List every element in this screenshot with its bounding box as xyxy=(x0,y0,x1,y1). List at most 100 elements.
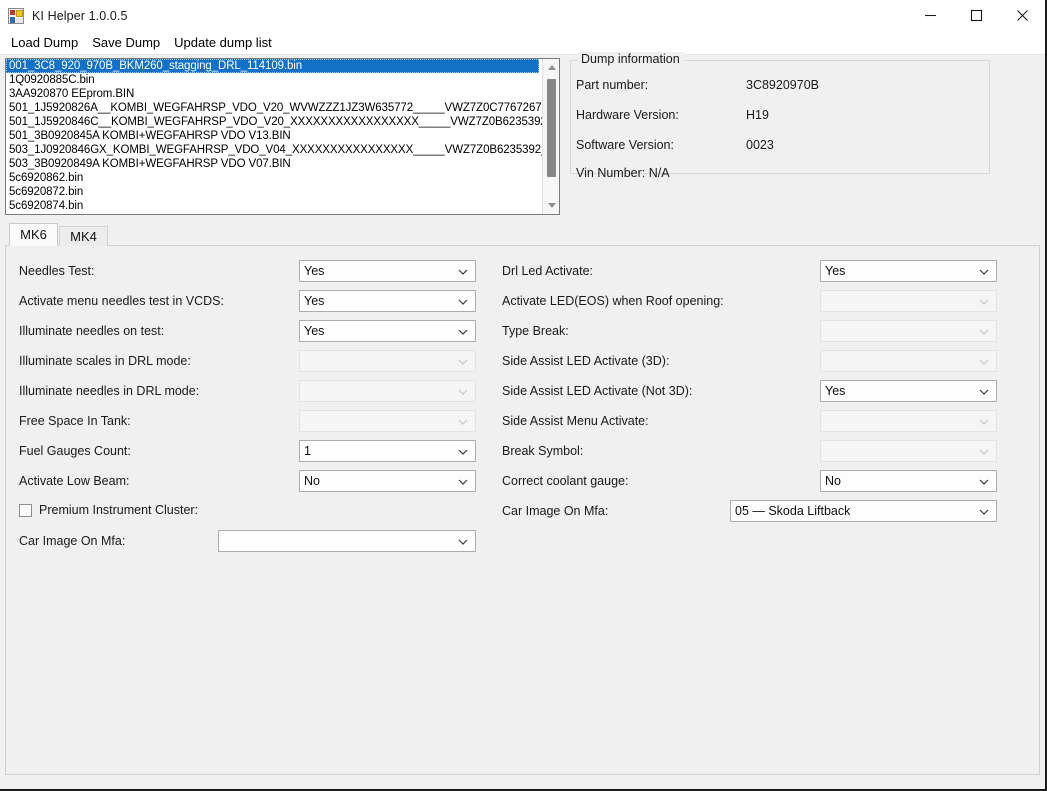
left-field-combobox[interactable]: Yes xyxy=(299,260,476,282)
hardware-version-value: H19 xyxy=(746,108,769,122)
right-field-label: Side Assist Menu Activate: xyxy=(502,414,649,428)
right-field-combobox[interactable]: Yes xyxy=(820,380,997,402)
right-field-combobox xyxy=(820,410,997,432)
left-field-label: Illuminate needles in DRL mode: xyxy=(19,384,199,398)
dump-list-item[interactable]: 1Q0920885C.bin xyxy=(6,73,539,87)
chevron-down-icon xyxy=(979,266,989,276)
dump-list-item[interactable]: 503_3B0920849A KOMBI+WEGFAHRSP VDO V07.B… xyxy=(6,157,539,171)
part-number-value: 3C8920970B xyxy=(746,78,819,92)
chevron-down-icon xyxy=(979,326,989,336)
combobox-value: Yes xyxy=(304,294,324,308)
dump-list-scrollbar[interactable] xyxy=(542,59,559,214)
menu-save-dump[interactable]: Save Dump xyxy=(85,33,167,52)
dump-information-group: Dump information Part number: 3C8920970B… xyxy=(570,60,990,174)
left-field-label: Illuminate scales in DRL mode: xyxy=(19,354,191,368)
title-bar: KI Helper 1.0.0.5 xyxy=(0,0,1045,31)
dump-list-item[interactable]: 5c6920872.bin xyxy=(6,185,539,199)
dump-list-item[interactable]: 001_3C8_920_970B_BKM260_stagging_DRL_114… xyxy=(6,59,539,73)
left-field-label: Free Space In Tank: xyxy=(19,414,131,428)
maximize-button[interactable] xyxy=(953,0,999,31)
right-field-label: Drl Led Activate: xyxy=(502,264,593,278)
close-icon xyxy=(1016,9,1029,22)
right-field-combobox xyxy=(820,440,997,462)
dump-list-item[interactable]: 5c6920862.bin xyxy=(6,171,539,185)
right-car-image-combobox[interactable]: 05 — Skoda Liftback xyxy=(730,500,997,522)
chevron-down-icon xyxy=(979,386,989,396)
chevron-down-icon xyxy=(458,416,468,426)
dump-list-item[interactable]: 501_1J5920846C__KOMBI_WEGFAHRSP_VDO_V20_… xyxy=(6,115,539,129)
combobox-value: Yes xyxy=(825,384,845,398)
premium-instrument-cluster-checkbox-row[interactable]: Premium Instrument Cluster: xyxy=(19,503,198,517)
combobox-value: Yes xyxy=(304,264,324,278)
tab-mk4-label: MK4 xyxy=(70,229,97,244)
tab-mk6-label: MK6 xyxy=(20,227,47,242)
left-field-combobox[interactable]: No xyxy=(299,470,476,492)
combobox-value: 05 — Skoda Liftback xyxy=(735,504,850,518)
software-version-value: 0023 xyxy=(746,138,774,152)
app-icon xyxy=(8,8,24,24)
premium-instrument-cluster-label: Premium Instrument Cluster: xyxy=(39,503,198,517)
dump-list-item[interactable]: 503_1J0920846GX_KOMBI_WEGFAHRSP_VDO_V04_… xyxy=(6,143,539,157)
right-field-label: Side Assist LED Activate (3D): xyxy=(502,354,669,368)
left-field-combobox xyxy=(299,350,476,372)
left-field-label: Activate Low Beam: xyxy=(19,474,129,488)
left-field-combobox xyxy=(299,410,476,432)
scrollbar-thumb[interactable] xyxy=(547,79,556,177)
tab-mk4[interactable]: MK4 xyxy=(59,226,108,246)
left-field-combobox[interactable]: Yes xyxy=(299,320,476,342)
scroll-down-arrow-icon[interactable] xyxy=(543,197,560,214)
right-field-combobox[interactable]: Yes xyxy=(820,260,997,282)
tab-strip: MK6 MK4 xyxy=(5,223,1040,246)
dump-list-item[interactable]: 3AA920870 EEprom.BIN xyxy=(6,87,539,101)
left-field-label: Activate menu needles test in VCDS: xyxy=(19,294,224,308)
close-button[interactable] xyxy=(999,0,1045,31)
tab-panel-mk6: Needles Test:YesActivate menu needles te… xyxy=(5,245,1040,775)
chevron-down-icon xyxy=(458,326,468,336)
right-field-label: Side Assist LED Activate (Not 3D): xyxy=(502,384,692,398)
combobox-value: No xyxy=(825,474,841,488)
maximize-icon xyxy=(970,9,983,22)
right-field-label: Correct coolant gauge: xyxy=(502,474,628,488)
right-field-combobox[interactable]: No xyxy=(820,470,997,492)
chevron-down-icon xyxy=(979,476,989,486)
chevron-down-icon xyxy=(458,296,468,306)
premium-instrument-cluster-checkbox[interactable] xyxy=(19,504,32,517)
dump-information-title: Dump information xyxy=(577,52,684,66)
left-field-combobox[interactable]: 1 xyxy=(299,440,476,462)
right-field-combobox xyxy=(820,320,997,342)
right-field-combobox xyxy=(820,350,997,372)
minimize-button[interactable] xyxy=(907,0,953,31)
chevron-down-icon xyxy=(458,386,468,396)
combobox-value: Yes xyxy=(825,264,845,278)
chevron-down-icon xyxy=(979,506,989,516)
right-field-label: Activate LED(EOS) when Roof opening: xyxy=(502,294,724,308)
left-car-image-combobox[interactable] xyxy=(218,530,476,552)
combobox-value: 1 xyxy=(304,444,311,458)
combobox-value: Yes xyxy=(304,324,324,338)
menu-update-dump-list[interactable]: Update dump list xyxy=(167,33,279,52)
chevron-down-icon xyxy=(458,476,468,486)
chevron-down-icon xyxy=(979,356,989,366)
dump-list-item[interactable]: 501_3B0920845A KOMBI+WEGFAHRSP VDO V13.B… xyxy=(6,129,539,143)
chevron-down-icon xyxy=(458,356,468,366)
vin-number-line: Vin Number: N/A xyxy=(576,166,670,180)
chevron-down-icon xyxy=(458,266,468,276)
scroll-up-arrow-icon[interactable] xyxy=(543,59,560,76)
software-version-label: Software Version: xyxy=(576,138,674,152)
part-number-label: Part number: xyxy=(576,78,648,92)
dump-list[interactable]: 001_3C8_920_970B_BKM260_stagging_DRL_114… xyxy=(5,58,560,215)
chevron-down-icon xyxy=(979,296,989,306)
right-field-label: Break Symbol: xyxy=(502,444,583,458)
right-field-combobox xyxy=(820,290,997,312)
chevron-down-icon xyxy=(458,446,468,456)
tab-mk6[interactable]: MK6 xyxy=(9,223,58,246)
dump-list-item[interactable]: 5c6920874.bin xyxy=(6,199,539,213)
left-field-combobox[interactable]: Yes xyxy=(299,290,476,312)
menu-load-dump[interactable]: Load Dump xyxy=(4,33,85,52)
application-window: KI Helper 1.0.0.5 Load Dump Sav xyxy=(0,0,1047,791)
left-field-label: Fuel Gauges Count: xyxy=(19,444,131,458)
dump-list-item[interactable]: 501_1J5920826A__KOMBI_WEGFAHRSP_VDO_V20_… xyxy=(6,101,539,115)
left-car-image-label: Car Image On Mfa: xyxy=(19,534,125,548)
chevron-down-icon xyxy=(979,416,989,426)
window-title: KI Helper 1.0.0.5 xyxy=(32,9,128,23)
